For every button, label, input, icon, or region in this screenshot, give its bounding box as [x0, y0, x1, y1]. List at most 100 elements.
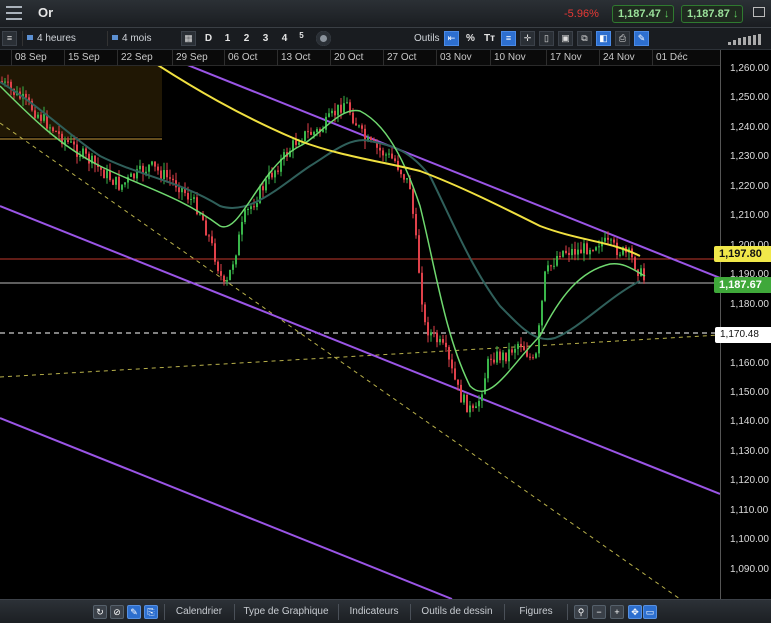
tools-label: Outils — [414, 33, 440, 44]
candle-body — [457, 379, 459, 385]
dashed-trendline-down[interactable] — [0, 122, 681, 599]
candle-body — [391, 153, 393, 159]
fit-chart-icon[interactable]: ✥ — [628, 605, 642, 619]
dashed-trendline-flat[interactable] — [0, 334, 720, 378]
candle-body — [118, 176, 120, 190]
candle-body — [214, 243, 216, 262]
candle-body — [163, 170, 165, 179]
candle-body — [73, 141, 75, 145]
candle-body — [310, 131, 312, 135]
tab-calendar[interactable]: Calendrier — [164, 604, 233, 620]
period-dropdown[interactable]: 4 heures — [22, 31, 76, 46]
period-button-1[interactable]: 1 — [220, 31, 235, 46]
candle-body — [544, 271, 546, 301]
date-separator — [64, 50, 65, 66]
daily-change: -5.96% — [564, 8, 599, 20]
period-button-3[interactable]: 3 — [258, 31, 273, 46]
candle-body — [235, 255, 237, 265]
price-label: 1,100.00 — [730, 534, 769, 546]
percent-button[interactable]: % — [463, 31, 478, 46]
candle-body — [634, 257, 636, 270]
refresh-icon[interactable]: ↻ — [93, 605, 107, 619]
period-button-2[interactable]: 2 — [239, 31, 254, 46]
candle-body — [223, 275, 225, 282]
buy-price-button[interactable]: 1,187.87 ↓ — [681, 5, 743, 23]
date-label: 27 Oct — [387, 52, 417, 63]
drawing-settings-icon[interactable]: ✎ — [634, 31, 649, 46]
candle-body — [571, 249, 573, 256]
zoom-out-icon[interactable]: − — [592, 605, 606, 619]
candle-body — [394, 158, 396, 161]
candle-body — [121, 184, 123, 190]
highlight-zone[interactable] — [0, 66, 162, 137]
price-label: 1,140.00 — [730, 416, 769, 428]
candle-body — [613, 239, 615, 243]
date-separator — [436, 50, 437, 66]
candle-body — [232, 264, 234, 270]
range-dropdown[interactable]: 4 mois — [107, 31, 151, 46]
date-label: 29 Sep — [176, 52, 208, 63]
sell-price-button[interactable]: 1,187.47 ↓ — [612, 5, 674, 23]
candle-body — [103, 169, 105, 179]
candle-body — [535, 353, 537, 358]
price-label: 1,110.00 — [730, 504, 769, 516]
sell-price: 1,187.47 — [618, 8, 661, 20]
compare-icon[interactable]: ⧉ — [577, 31, 592, 46]
candle-body — [358, 125, 360, 127]
candle-body — [88, 153, 90, 164]
zoom-in-icon[interactable]: + — [610, 605, 624, 619]
candle-body — [541, 300, 543, 326]
candle-body — [583, 243, 585, 254]
candle-body — [337, 104, 339, 116]
gear-icon[interactable] — [316, 31, 331, 46]
grid-icon[interactable]: ≡ — [501, 31, 516, 46]
layers-icon[interactable]: ▣ — [558, 31, 573, 46]
channel-top-line[interactable] — [150, 66, 720, 279]
tab-indicators[interactable]: Indicateurs — [338, 604, 409, 620]
tab-drawing-tools[interactable]: Outils de dessin — [410, 604, 503, 620]
hamburger-menu-icon[interactable] — [6, 6, 22, 20]
candle-body — [553, 265, 555, 267]
instrument-title: Or — [38, 5, 54, 20]
period-button-4[interactable]: 4 — [277, 31, 292, 46]
tab-chart-type[interactable]: Type de Graphique — [234, 604, 337, 620]
pencil-icon[interactable]: ✎ — [127, 605, 141, 619]
date-label: 03 Nov — [440, 52, 472, 63]
chart-scroll-icon[interactable]: ⇤ — [444, 31, 459, 46]
price-axis: 1,260.00 1,250.00 1,240.00 1,230.00 1,220.00… — [720, 50, 771, 599]
print-icon[interactable]: ⎙ — [615, 31, 630, 46]
crosshair-icon[interactable]: ✛ — [520, 31, 535, 46]
alert-icon[interactable]: ◧ — [596, 31, 611, 46]
date-separator — [11, 50, 12, 66]
text-tool-button[interactable]: Tт — [482, 31, 497, 46]
calendar-icon[interactable]: ▦ — [181, 31, 196, 46]
arrow-down-icon: ↓ — [663, 8, 670, 20]
candle-body — [556, 256, 558, 266]
candle-body — [568, 252, 570, 255]
price-label: 1,260.00 — [730, 63, 769, 74]
restore-window-icon[interactable] — [753, 7, 765, 17]
zoom-level-icon[interactable] — [728, 34, 766, 46]
candle-body — [250, 206, 252, 209]
candle-body — [421, 272, 423, 305]
date-separator — [224, 50, 225, 66]
save-icon[interactable]: ⎘ — [144, 605, 158, 619]
candle-body — [271, 172, 273, 178]
magnifier-icon[interactable]: ⚲ — [574, 605, 588, 619]
candle-body — [208, 235, 210, 237]
reset-zoom-icon[interactable]: ▭ — [643, 605, 657, 619]
period-button-d[interactable]: D — [201, 31, 216, 46]
period-button-5[interactable]: 5 — [294, 31, 309, 46]
date-separator — [546, 50, 547, 66]
candle-body — [514, 348, 516, 353]
price-chart[interactable] — [0, 66, 720, 599]
channel-bottom-line[interactable] — [0, 417, 453, 599]
candlestick-icon[interactable]: ▯ — [539, 31, 554, 46]
list-icon[interactable]: ≡ — [2, 31, 17, 46]
channel-middle-line[interactable] — [0, 205, 720, 495]
candle-body — [43, 114, 45, 121]
no-entry-icon[interactable]: ⊘ — [110, 605, 124, 619]
tab-figures[interactable]: Figures — [504, 604, 568, 620]
candle-body — [85, 148, 87, 154]
candle-body — [262, 186, 264, 191]
